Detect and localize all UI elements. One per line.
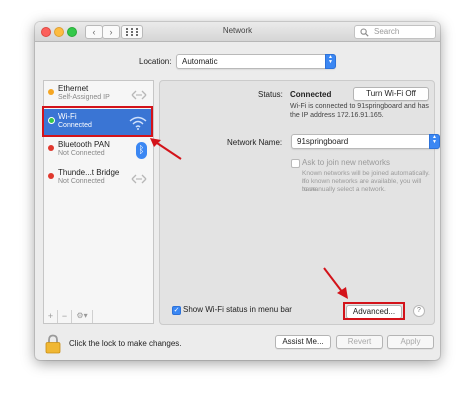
location-popup[interactable]: Automatic ▲ ▼ — [176, 54, 336, 69]
status-value: Connected — [290, 90, 332, 99]
status-dot-icon — [48, 173, 54, 179]
advanced-annotation-arrow-icon — [323, 267, 348, 299]
search-icon — [360, 28, 369, 37]
show-wifi-status-label: Show Wi-Fi status in menu bar — [183, 305, 292, 314]
service-item-bluetooth-pan[interactable]: Bluetooth PAN Not Connected ᛒ — [44, 137, 153, 165]
service-name: Thunde...t Bridge — [58, 168, 120, 177]
remove-service-button[interactable]: − — [58, 310, 72, 323]
status-description-line1: Wi-Fi is connected to 91springboard and … — [290, 103, 429, 110]
service-list-controls: + − ⚙︎▾ — [43, 310, 154, 324]
service-status: Not Connected — [58, 150, 105, 157]
service-name: Ethernet — [58, 84, 89, 93]
add-service-button[interactable]: + — [44, 310, 58, 323]
title-bar: ‹ › Network Search — [35, 22, 440, 42]
turn-wifi-off-button[interactable]: Turn Wi-Fi Off — [353, 87, 429, 101]
wifi-annotation-arrow-icon — [150, 138, 182, 160]
apply-button[interactable]: Apply — [387, 335, 434, 349]
revert-button[interactable]: Revert — [336, 335, 383, 349]
search-placeholder: Search — [374, 27, 400, 36]
service-status: Self-Assigned IP — [58, 94, 110, 101]
location-value: Automatic — [182, 57, 218, 66]
wifi-highlight-box — [42, 106, 153, 137]
ask-to-join-label: Ask to join new networks — [302, 158, 391, 167]
status-description-line2: the IP address 172.16.91.165. — [290, 112, 384, 119]
ethernet-icon — [131, 90, 147, 100]
ask-to-join-help-line3: to manually select a network. — [302, 186, 386, 193]
bridge-icon — [131, 174, 147, 184]
service-item-thunderbolt-bridge[interactable]: Thunde...t Bridge Not Connected — [44, 165, 153, 193]
service-item-ethernet[interactable]: Ethernet Self-Assigned IP — [44, 81, 153, 109]
ask-to-join-checkbox[interactable] — [291, 159, 300, 168]
status-label: Status: — [258, 90, 283, 99]
assist-me-button[interactable]: Assist Me... — [275, 335, 331, 349]
service-status: Not Connected — [58, 178, 105, 185]
wifi-settings-panel: Status: Connected Turn Wi-Fi Off Wi-Fi i… — [159, 80, 440, 325]
status-dot-icon — [48, 89, 54, 95]
status-dot-icon — [48, 145, 54, 151]
location-label: Location: — [139, 57, 172, 66]
help-button[interactable]: ? — [413, 305, 425, 317]
popup-arrows-icon: ▲ ▼ — [325, 54, 336, 69]
network-preferences-window: ‹ › Network Search Location: Automatic ▲… — [35, 22, 440, 360]
advanced-highlight-box — [343, 302, 405, 320]
bluetooth-icon: ᛒ — [136, 142, 147, 159]
gear-menu-button[interactable]: ⚙︎▾ — [72, 310, 93, 323]
network-name-label: Network Name: — [227, 138, 283, 147]
search-field[interactable]: Search — [354, 25, 436, 39]
service-name: Bluetooth PAN — [58, 140, 110, 149]
lock-message: Click the lock to make changes. — [69, 339, 182, 348]
popup-arrows-icon: ▲ ▼ — [429, 134, 440, 149]
lock-icon[interactable] — [45, 334, 61, 354]
show-wifi-status-checkbox[interactable]: ✓ — [172, 306, 181, 315]
network-name-popup[interactable]: 91springboard ▲ ▼ — [291, 134, 440, 149]
network-name-value: 91springboard — [297, 137, 349, 146]
